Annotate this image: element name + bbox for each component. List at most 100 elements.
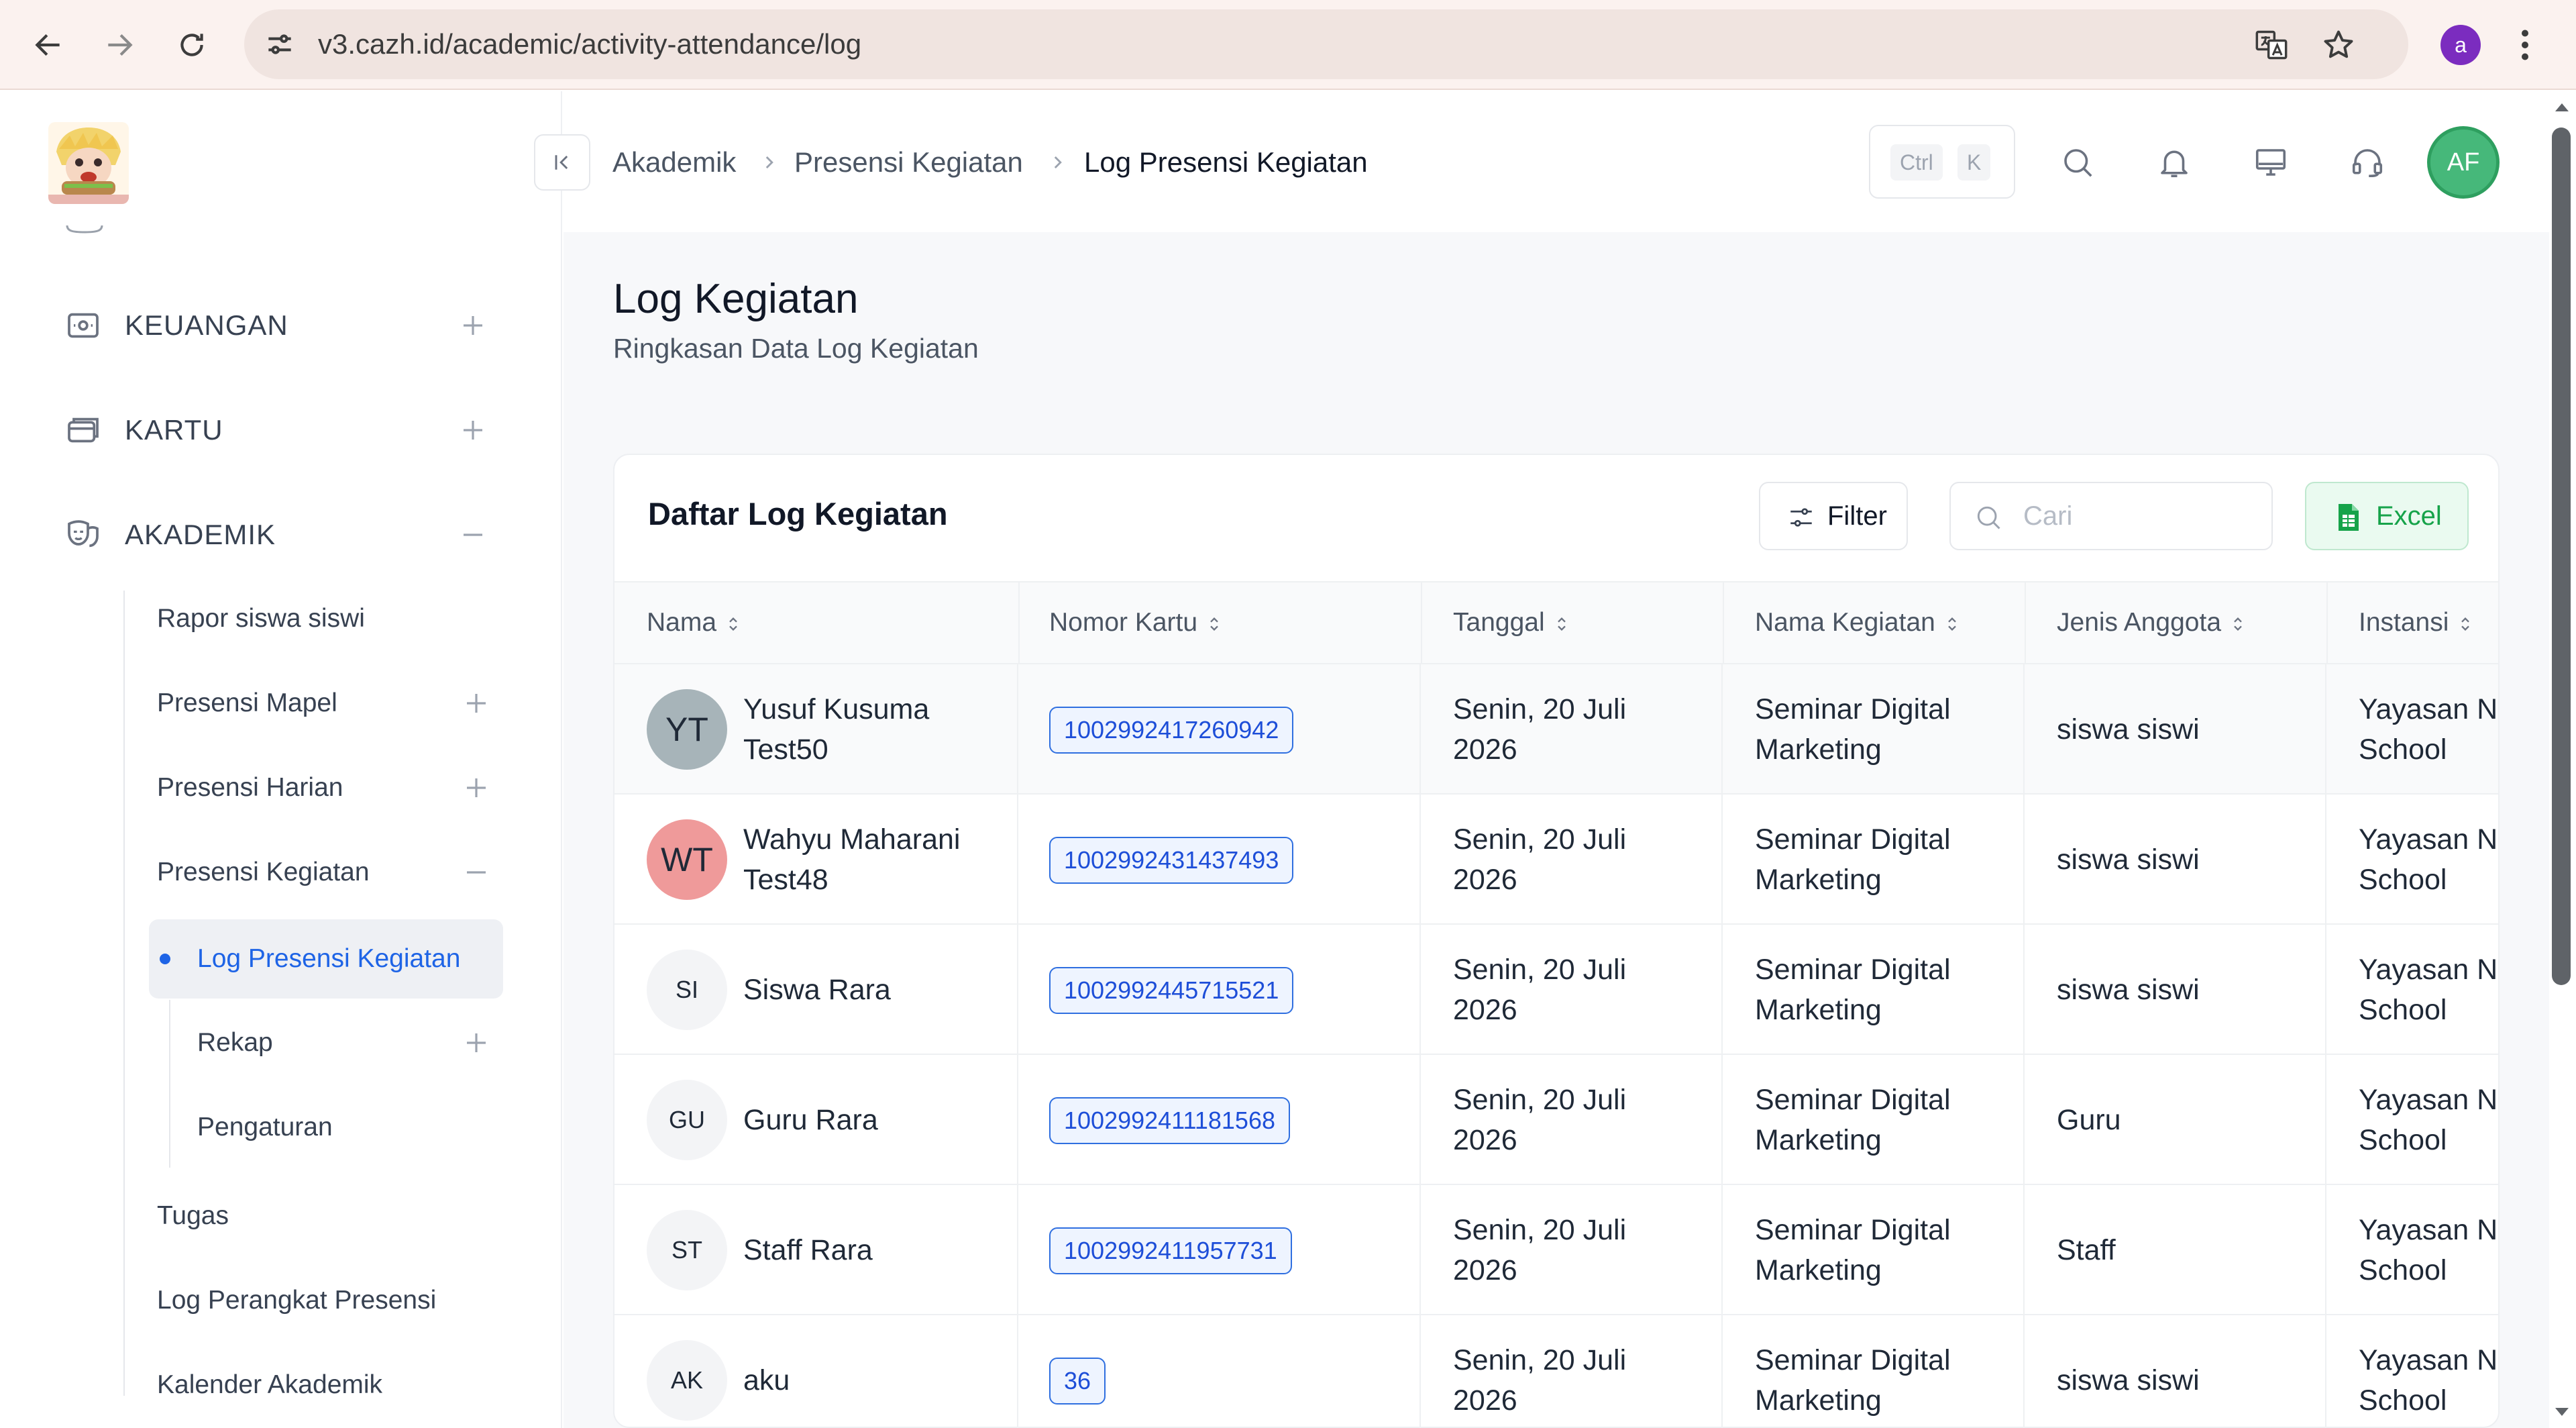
headset-icon[interactable]: [2349, 144, 2385, 181]
sidebar-item-pengaturan[interactable]: Pengaturan: [197, 1092, 559, 1162]
sidebar-item-label: Log Perangkat Presensi: [157, 1286, 437, 1315]
table-row[interactable]: WT Wahyu Maharani Test48 1002992431437493…: [614, 795, 2498, 925]
date-cell: Senin, 20 Juli 2026: [1453, 1210, 1626, 1290]
date-line: 2026: [1453, 994, 1517, 1026]
breadcrumb-presensi-kegiatan[interactable]: Presensi Kegiatan: [794, 134, 1023, 191]
sidebar-item-tugas[interactable]: Tugas: [157, 1181, 519, 1251]
card-number-badge: 1002992445715521: [1049, 967, 1294, 1014]
nested-submenu-rail: [169, 1000, 170, 1168]
sidebar-item-rapor[interactable]: Rapor siswa siswi: [157, 584, 519, 654]
card-number-badge: 1002992411181568: [1049, 1097, 1290, 1144]
chevron-right-icon: [765, 156, 773, 169]
sidebar-item-kartu[interactable]: KARTU: [40, 393, 510, 467]
app-logo[interactable]: [48, 122, 129, 204]
table-row[interactable]: AK aku 36 Senin, 20 Juli 2026 Seminar Dig…: [614, 1315, 2498, 1427]
breadcrumb-akademik[interactable]: Akademik: [612, 134, 736, 191]
activity-cell: Seminar Digital Marketing: [1755, 950, 1951, 1030]
scrollbar-thumb[interactable]: [2552, 128, 2571, 985]
search-field[interactable]: [1949, 482, 2273, 550]
site-settings-icon[interactable]: [263, 28, 297, 61]
member-type-cell: siswa siswi: [2057, 974, 2200, 1006]
search-icon[interactable]: [2059, 144, 2096, 181]
partial-menu-icon: [66, 225, 103, 234]
user-avatar[interactable]: AF: [2427, 126, 2500, 199]
sidebar-item-rekap[interactable]: Rekap: [197, 1008, 559, 1078]
sidebar-item-akademik[interactable]: AKADEMIK: [40, 498, 510, 572]
column-divider: [1421, 582, 1422, 663]
column-header-jenis-anggota[interactable]: Jenis Anggota: [2057, 582, 2245, 663]
institution-line: Yayasan N: [2359, 1344, 2498, 1376]
activity-line: Seminar Digital: [1755, 823, 1951, 856]
activity-cell: Seminar Digital Marketing: [1755, 1210, 1951, 1290]
date-line: 2026: [1453, 1124, 1517, 1156]
avatar: SI: [647, 950, 727, 1030]
table-row[interactable]: GU Guru Rara 1002992411181568 Senin, 20 …: [614, 1055, 2498, 1185]
sidebar-item-keuangan[interactable]: KEUANGAN: [40, 289, 510, 362]
institution-line: School: [2359, 1254, 2447, 1286]
avatar: GU: [647, 1080, 727, 1160]
column-header-tanggal[interactable]: Tanggal: [1453, 582, 1569, 663]
sidebar-item-log-presensi-kegiatan[interactable]: Log Presensi Kegiatan: [149, 919, 503, 999]
member-name: Guru Rara: [743, 1104, 878, 1136]
institution-cell: Yayasan N School: [2359, 1080, 2498, 1160]
column-header-label: Instansi: [2359, 608, 2449, 637]
column-divider: [1419, 663, 1421, 1428]
filter-button[interactable]: Filter: [1759, 482, 1908, 550]
sidebar-item-presensi-kegiatan[interactable]: Presensi Kegiatan: [157, 837, 519, 907]
browser-profile-avatar[interactable]: a: [2440, 25, 2481, 65]
export-excel-button[interactable]: Excel: [2305, 482, 2469, 550]
column-divider: [1721, 663, 1723, 1428]
sidebar-item-presensi-mapel[interactable]: Presensi Mapel: [157, 668, 519, 738]
card-icon: [68, 417, 99, 443]
sidebar-item-log-perangkat[interactable]: Log Perangkat Presensi: [157, 1266, 519, 1335]
kebab-menu-icon[interactable]: [2512, 25, 2538, 65]
search-input[interactable]: [2023, 495, 2251, 537]
forward-arrow-icon: [108, 34, 133, 56]
column-header-instansi[interactable]: Instansi: [2359, 582, 2473, 663]
column-header-nama-kegiatan[interactable]: Nama Kegiatan: [1755, 582, 1960, 663]
institution-line: Yayasan N: [2359, 1214, 2498, 1246]
sidebar-item-presensi-harian[interactable]: Presensi Harian: [157, 753, 519, 823]
command-palette-button[interactable]: Ctrl K: [1869, 125, 2015, 199]
avatar: AK: [647, 1340, 727, 1421]
date-cell: Senin, 20 Juli 2026: [1453, 1080, 1626, 1160]
masks-icon: [68, 520, 99, 548]
scroll-down-arrow-icon[interactable]: [2552, 1405, 2572, 1420]
date-line: 2026: [1453, 864, 1517, 896]
page-subtitle: Ringkasan Data Log Kegiatan: [613, 333, 979, 364]
activity-line: Seminar Digital: [1755, 693, 1951, 725]
plus-icon: [464, 316, 482, 335]
url-text[interactable]: v3.cazh.id/academic/activity-attendance/…: [318, 9, 861, 79]
column-header-nama[interactable]: Nama: [647, 582, 741, 663]
back-button[interactable]: [23, 19, 74, 70]
address-bar[interactable]: v3.cazh.id/academic/activity-attendance/…: [244, 9, 2408, 79]
table-row[interactable]: SI Siswa Rara 1002992445715521 Senin, 20…: [614, 925, 2498, 1055]
star-icon[interactable]: [2321, 28, 2356, 62]
collapse-sidebar-button[interactable]: [534, 134, 590, 191]
member-name: Wahyu Maharani Test48: [743, 819, 998, 900]
sidebar-item-label: KARTU: [125, 414, 223, 446]
column-divider: [2326, 582, 2328, 663]
bell-icon[interactable]: [2156, 144, 2192, 181]
translate-icon[interactable]: [2254, 28, 2289, 62]
column-divider: [1723, 582, 1724, 663]
monitor-icon[interactable]: [2253, 144, 2289, 181]
member-name: Staff Rara: [743, 1234, 873, 1266]
member-name-line: Test50: [743, 733, 828, 766]
sort-icon: [1210, 617, 1218, 631]
table-row[interactable]: YT Yusuf Kusuma Test50 1002992417260942 S…: [614, 664, 2498, 795]
forward-button[interactable]: [94, 19, 145, 70]
reload-button[interactable]: [166, 19, 217, 70]
card-title: Daftar Log Kegiatan: [648, 496, 948, 531]
sort-icon: [2234, 617, 2242, 631]
column-header-nomor-kartu[interactable]: Nomor Kartu: [1049, 582, 1222, 663]
member-type-cell: siswa siswi: [2057, 713, 2200, 746]
scroll-up-arrow-icon[interactable]: [2552, 99, 2572, 114]
log-table-card: Daftar Log Kegiatan Filter Excel Nama No…: [613, 454, 2500, 1428]
sidebar-item-kalender[interactable]: Kalender Akademik: [157, 1350, 519, 1420]
sidebar-item-label: AKADEMIK: [125, 519, 276, 550]
activity-line: Marketing: [1755, 864, 1882, 896]
table-row[interactable]: ST Staff Rara 1002992411957731 Senin, 20…: [614, 1185, 2498, 1315]
sort-icon: [729, 617, 737, 631]
sidebar-item-label: KEUANGAN: [125, 309, 288, 341]
